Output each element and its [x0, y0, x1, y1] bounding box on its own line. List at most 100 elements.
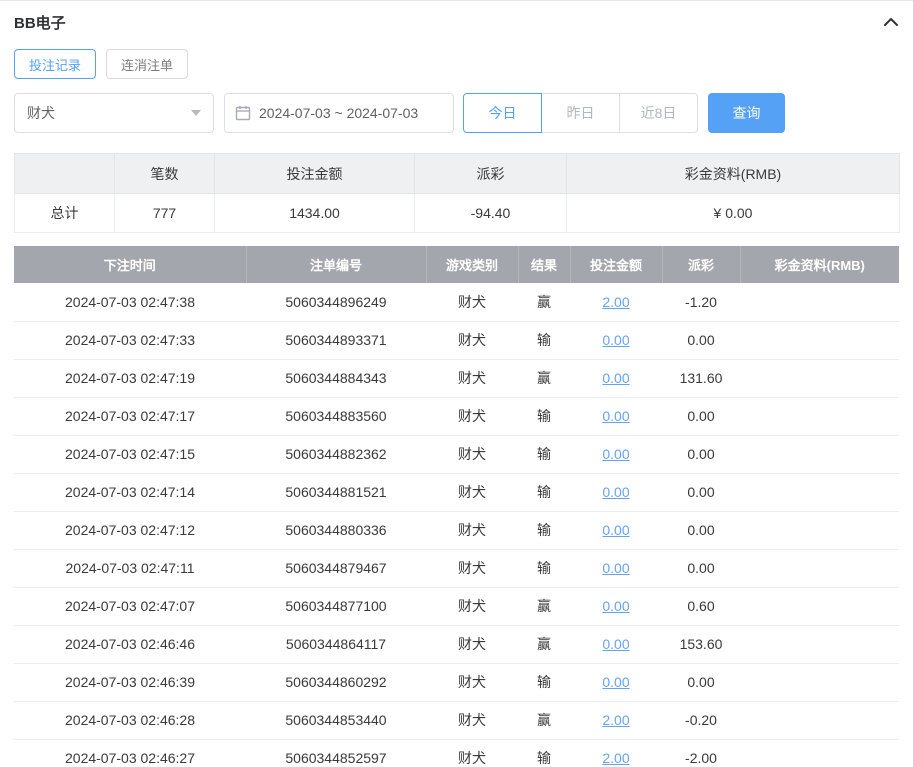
- cell-result: 赢: [518, 587, 570, 626]
- cell-bet-time: 2024-07-03 02:47:14: [14, 473, 246, 512]
- cell-bet-amount: 0.00: [570, 473, 662, 512]
- header-result: 结果: [518, 246, 571, 283]
- bet-amount-link[interactable]: 0.00: [602, 370, 629, 386]
- bet-amount-link[interactable]: 0.00: [602, 598, 629, 614]
- quick-range-group: 今日 昨日 近8日: [463, 93, 698, 133]
- table-row: 2024-07-03 02:47:14 5060344881521 财犬输 0.00 0…: [14, 473, 899, 512]
- cell-payout: 0.00: [662, 663, 740, 702]
- summary-total-row: 总计 777 1434.00 -94.40 ¥ 0.00: [14, 193, 900, 233]
- cell-game-type: 财犬: [426, 321, 518, 360]
- table-row: 2024-07-03 02:47:07 5060344877100 财犬赢 0.00 0…: [14, 587, 899, 626]
- cell-payout: 0.60: [662, 587, 740, 626]
- cell-payout: 0.00: [662, 321, 740, 360]
- bet-amount-link[interactable]: 0.00: [602, 522, 629, 538]
- yesterday-button[interactable]: 昨日: [541, 93, 620, 133]
- cell-bonus: [740, 283, 899, 322]
- summary-header-bet-amount: 投注金额: [214, 153, 415, 194]
- cell-order-id: 5060344882362: [246, 435, 426, 474]
- bet-record-panel: BB电子 投注记录 连消注单 财犬 2024-07-03 ~ 2024-07-0…: [0, 0, 913, 767]
- chevron-up-icon: [884, 18, 898, 26]
- tab-bar: 投注记录 连消注单: [14, 49, 899, 79]
- bet-amount-link[interactable]: 0.00: [602, 332, 629, 348]
- bet-amount-link[interactable]: 2.00: [602, 750, 629, 766]
- bet-amount-link[interactable]: 0.00: [602, 484, 629, 500]
- cell-result: 赢: [518, 283, 570, 322]
- cell-bonus: [740, 397, 899, 436]
- table-row: 2024-07-03 02:46:28 5060344853440 财犬赢 2.00 -…: [14, 701, 899, 740]
- table-row: 2024-07-03 02:46:27 5060344852597 财犬输 2.00 -…: [14, 739, 899, 767]
- table-row: 2024-07-03 02:47:33 5060344893371 财犬输 0.00 0…: [14, 321, 899, 360]
- cell-bet-amount: 0.00: [570, 587, 662, 626]
- cell-result: 赢: [518, 701, 570, 740]
- cell-order-id: 5060344881521: [246, 473, 426, 512]
- cell-bet-amount: 2.00: [570, 739, 662, 767]
- cell-bet-amount: 0.00: [570, 625, 662, 664]
- cell-bonus: [740, 549, 899, 588]
- search-button[interactable]: 查询: [708, 93, 785, 133]
- cell-payout: -1.20: [662, 283, 740, 322]
- cell-game-type: 财犬: [426, 397, 518, 436]
- collapse-button[interactable]: [883, 17, 899, 27]
- cell-order-id: 5060344884343: [246, 359, 426, 398]
- cell-bet-time: 2024-07-03 02:47:15: [14, 435, 246, 474]
- cell-payout: 0.00: [662, 397, 740, 436]
- summary-header-row: 笔数 投注金额 派彩 彩金资料(RMB): [14, 153, 900, 194]
- header-payout: 派彩: [662, 246, 741, 283]
- cell-result: 赢: [518, 359, 570, 398]
- today-button[interactable]: 今日: [463, 93, 542, 133]
- tab-cancelled-orders[interactable]: 连消注单: [106, 49, 189, 79]
- bet-amount-link[interactable]: 2.00: [602, 712, 629, 728]
- bet-amount-link[interactable]: 2.00: [602, 294, 629, 310]
- bet-amount-link[interactable]: 0.00: [602, 674, 629, 690]
- tab-bet-records[interactable]: 投注记录: [14, 49, 97, 79]
- cell-result: 输: [518, 739, 570, 767]
- last8days-button[interactable]: 近8日: [619, 93, 698, 133]
- cell-order-id: 5060344864117: [246, 625, 426, 664]
- cell-bet-time: 2024-07-03 02:47:07: [14, 587, 246, 626]
- cell-bet-amount: 0.00: [570, 549, 662, 588]
- cell-result: 输: [518, 435, 570, 474]
- cell-bonus: [740, 663, 899, 702]
- cell-order-id: 5060344880336: [246, 511, 426, 550]
- date-range-input[interactable]: 2024-07-03 ~ 2024-07-03: [224, 93, 454, 133]
- cell-result: 赢: [518, 625, 570, 664]
- cell-order-id: 5060344877100: [246, 587, 426, 626]
- summary-header-blank: [14, 153, 115, 194]
- cell-bet-time: 2024-07-03 02:46:28: [14, 701, 246, 740]
- bet-amount-link[interactable]: 0.00: [602, 446, 629, 462]
- bet-table-body: 2024-07-03 02:47:38 5060344896249 财犬赢 2.00-…: [14, 283, 899, 767]
- bet-amount-link[interactable]: 0.00: [602, 408, 629, 424]
- cell-bonus: [740, 511, 899, 550]
- cell-bet-time: 2024-07-03 02:46:27: [14, 739, 246, 767]
- game-select[interactable]: 财犬: [14, 93, 214, 133]
- table-row: 2024-07-03 02:47:38 5060344896249 财犬赢 2.00 -…: [14, 283, 899, 322]
- summary-header-count: 笔数: [114, 153, 215, 194]
- cell-bet-amount: 2.00: [570, 283, 662, 322]
- table-row: 2024-07-03 02:46:46 5060344864117 财犬赢 0.00 1…: [14, 625, 899, 664]
- summary-table: 笔数 投注金额 派彩 彩金资料(RMB) 总计 777 1434.00 -94.…: [14, 153, 900, 233]
- summary-bet-amount-value: 1434.00: [214, 193, 415, 233]
- header-game-type: 游戏类别: [426, 246, 519, 283]
- bet-amount-link[interactable]: 0.00: [602, 636, 629, 652]
- cell-result: 输: [518, 663, 570, 702]
- cell-order-id: 5060344879467: [246, 549, 426, 588]
- cell-order-id: 5060344860292: [246, 663, 426, 702]
- summary-payout-value: -94.40: [414, 193, 567, 233]
- cell-bet-amount: 0.00: [570, 359, 662, 398]
- cell-payout: 131.60: [662, 359, 740, 398]
- cell-result: 输: [518, 397, 570, 436]
- bet-amount-link[interactable]: 0.00: [602, 560, 629, 576]
- table-row: 2024-07-03 02:47:11 5060344879467 财犬输 0.00 0…: [14, 549, 899, 588]
- cell-bonus: [740, 473, 899, 512]
- cell-bet-time: 2024-07-03 02:46:39: [14, 663, 246, 702]
- cell-bet-amount: 0.00: [570, 435, 662, 474]
- summary-bonus-value: ¥ 0.00: [566, 193, 900, 233]
- table-row: 2024-07-03 02:47:19 5060344884343 财犬赢 0.00 1…: [14, 359, 899, 398]
- calendar-icon: [235, 106, 251, 121]
- summary-total-label: 总计: [14, 193, 115, 233]
- cell-result: 输: [518, 473, 570, 512]
- cell-payout: 153.60: [662, 625, 740, 664]
- cell-game-type: 财犬: [426, 473, 518, 512]
- cell-game-type: 财犬: [426, 435, 518, 474]
- cell-order-id: 5060344883560: [246, 397, 426, 436]
